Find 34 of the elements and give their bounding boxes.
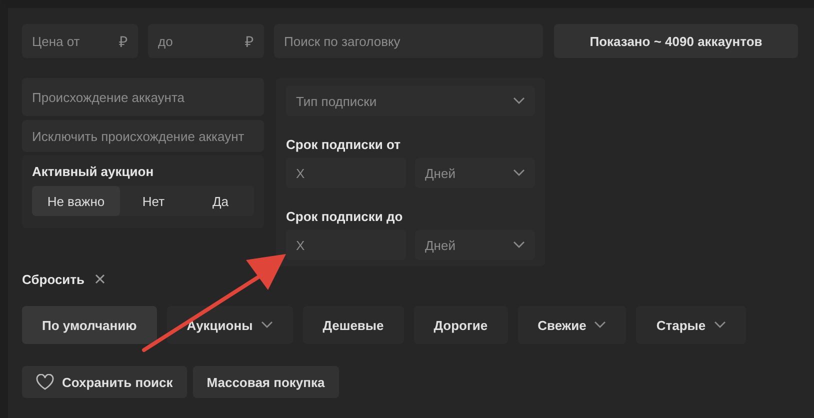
- auction-option[interactable]: Не важно: [32, 186, 120, 216]
- sort-button[interactable]: Старые: [636, 306, 746, 344]
- term-label: Срок подписки до: [286, 209, 404, 224]
- auction-option[interactable]: Нет: [120, 186, 187, 216]
- ruble-sign: ₽: [245, 33, 254, 51]
- bulk-buy-button[interactable]: Массовая покупка: [192, 366, 339, 398]
- sort-button[interactable]: Дорогие: [414, 306, 508, 344]
- auction-title: Активный аукцион: [32, 164, 155, 179]
- sort-button[interactable]: По умолчанию: [22, 306, 157, 344]
- term-label: Срок подписки от: [286, 137, 402, 152]
- caret-icon: [260, 321, 273, 329]
- close-icon[interactable]: [94, 274, 105, 284]
- term-input-field[interactable]: X: [286, 230, 406, 260]
- exclude-origin-field[interactable]: Исключить происхождение аккаунт: [22, 120, 264, 152]
- save-search-button[interactable]: Сохранить поиск: [22, 366, 187, 398]
- caret-icon: [513, 97, 525, 105]
- sort-button[interactable]: Дешевые: [302, 306, 404, 344]
- title-search-field[interactable]: Поиск по заголовку: [274, 24, 543, 58]
- auction-option[interactable]: Да: [187, 186, 254, 216]
- caret-icon: [513, 169, 525, 177]
- origin-field[interactable]: Происхождение аккаунта: [22, 78, 264, 116]
- reset-link[interactable]: Сбросить: [22, 272, 85, 286]
- sort-button[interactable]: Аукционы: [166, 306, 293, 344]
- term-input-field[interactable]: X: [286, 158, 406, 188]
- heart-icon: [36, 374, 54, 390]
- subscription-type-dropdown[interactable]: Тип подписки: [286, 86, 535, 116]
- unit-dropdown[interactable]: Дней: [415, 158, 535, 188]
- ruble-sign: ₽: [119, 33, 128, 51]
- sort-button[interactable]: Свежие: [518, 306, 626, 344]
- caret-icon: [594, 321, 606, 329]
- unit-dropdown[interactable]: Дней: [415, 230, 535, 260]
- caret-icon: [714, 321, 726, 329]
- results-count-button[interactable]: Показано ~ 4090 аккаунтов: [554, 24, 798, 58]
- caret-icon: [513, 241, 525, 249]
